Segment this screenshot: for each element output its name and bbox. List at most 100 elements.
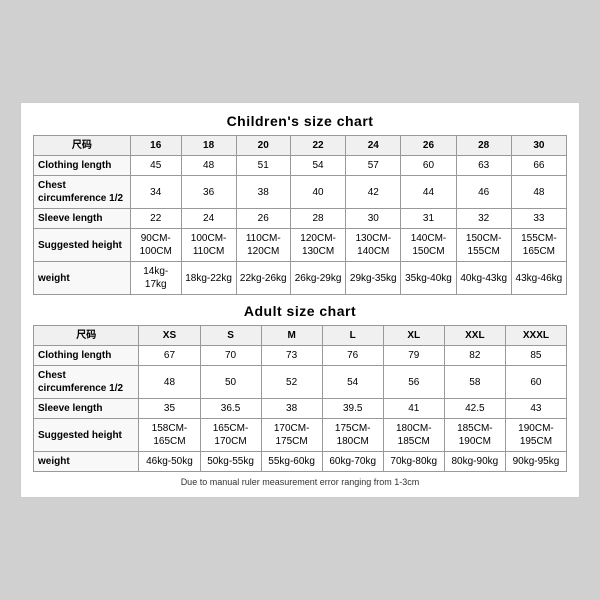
children-cell: 14kg-17kg <box>130 262 181 295</box>
children-cell: 22 <box>130 209 181 229</box>
children-cell: 36 <box>181 176 236 209</box>
adult-header: XL <box>383 326 444 346</box>
children-row-label: Clothing length <box>34 156 131 176</box>
adult-cell: 36.5 <box>200 399 261 419</box>
children-cell: 29kg-35kg <box>346 262 401 295</box>
children-cell: 18kg-22kg <box>181 262 236 295</box>
children-cell: 45 <box>130 156 181 176</box>
adult-header: XS <box>139 326 200 346</box>
children-cell: 155CM-165CM <box>511 229 566 262</box>
children-cell: 32 <box>456 209 511 229</box>
chart-note: Due to manual ruler measurement error ra… <box>33 477 567 487</box>
children-cell: 38 <box>236 176 290 209</box>
adult-cell: 60kg-70kg <box>322 452 383 472</box>
adult-cell: 67 <box>139 346 200 366</box>
adult-header: XXL <box>444 326 505 346</box>
children-cell: 66 <box>511 156 566 176</box>
adult-row-label: Clothing length <box>34 346 139 366</box>
children-header: 22 <box>290 136 345 156</box>
children-row-label: Sleeve length <box>34 209 131 229</box>
children-row-label: weight <box>34 262 131 295</box>
adult-header: L <box>322 326 383 346</box>
children-cell: 30 <box>346 209 401 229</box>
adult-cell: 80kg-90kg <box>444 452 505 472</box>
children-cell: 43kg-46kg <box>511 262 566 295</box>
children-cell: 51 <box>236 156 290 176</box>
adult-cell: 42.5 <box>444 399 505 419</box>
adult-cell: 60 <box>505 366 566 399</box>
adult-cell: 50 <box>200 366 261 399</box>
adult-cell: 70 <box>200 346 261 366</box>
children-cell: 57 <box>346 156 401 176</box>
children-cell: 31 <box>401 209 456 229</box>
children-cell: 60 <box>401 156 456 176</box>
adult-cell: 90kg-95kg <box>505 452 566 472</box>
children-cell: 46 <box>456 176 511 209</box>
children-header: 20 <box>236 136 290 156</box>
children-table: 尺码1618202224262830 Clothing length454851… <box>33 135 567 295</box>
adult-cell: 46kg-50kg <box>139 452 200 472</box>
size-chart-container: Children's size chart 尺码1618202224262830… <box>20 102 580 498</box>
adult-cell: 48 <box>139 366 200 399</box>
children-cell: 54 <box>290 156 345 176</box>
adult-row-label: Suggested height <box>34 419 139 452</box>
children-header: 30 <box>511 136 566 156</box>
adult-cell: 73 <box>261 346 322 366</box>
children-cell: 40 <box>290 176 345 209</box>
adult-cell: 39.5 <box>322 399 383 419</box>
children-cell: 42 <box>346 176 401 209</box>
children-cell: 33 <box>511 209 566 229</box>
children-header: 16 <box>130 136 181 156</box>
adult-cell: 79 <box>383 346 444 366</box>
adult-cell: 175CM-180CM <box>322 419 383 452</box>
children-header: 尺码 <box>34 136 131 156</box>
adult-cell: 55kg-60kg <box>261 452 322 472</box>
children-cell: 48 <box>511 176 566 209</box>
adult-cell: 185CM-190CM <box>444 419 505 452</box>
adult-row-label: Sleeve length <box>34 399 139 419</box>
children-cell: 44 <box>401 176 456 209</box>
children-cell: 28 <box>290 209 345 229</box>
children-chart-title: Children's size chart <box>33 113 567 129</box>
adult-cell: 38 <box>261 399 322 419</box>
adult-cell: 50kg-55kg <box>200 452 261 472</box>
children-cell: 40kg-43kg <box>456 262 511 295</box>
adult-row-label: weight <box>34 452 139 472</box>
children-cell: 110CM-120CM <box>236 229 290 262</box>
adult-cell: 165CM-170CM <box>200 419 261 452</box>
adult-cell: 180CM-185CM <box>383 419 444 452</box>
children-header: 18 <box>181 136 236 156</box>
children-cell: 150CM-155CM <box>456 229 511 262</box>
children-header: 28 <box>456 136 511 156</box>
children-header: 24 <box>346 136 401 156</box>
adult-cell: 82 <box>444 346 505 366</box>
adult-cell: 41 <box>383 399 444 419</box>
adult-cell: 85 <box>505 346 566 366</box>
adult-cell: 35 <box>139 399 200 419</box>
children-cell: 48 <box>181 156 236 176</box>
children-cell: 130CM-140CM <box>346 229 401 262</box>
adult-cell: 43 <box>505 399 566 419</box>
adult-cell: 76 <box>322 346 383 366</box>
children-cell: 22kg-26kg <box>236 262 290 295</box>
children-cell: 26kg-29kg <box>290 262 345 295</box>
children-cell: 63 <box>456 156 511 176</box>
adult-cell: 70kg-80kg <box>383 452 444 472</box>
children-cell: 90CM-100CM <box>130 229 181 262</box>
adult-cell: 56 <box>383 366 444 399</box>
adult-cell: 58 <box>444 366 505 399</box>
children-cell: 24 <box>181 209 236 229</box>
adult-header: XXXL <box>505 326 566 346</box>
adult-row-label: Chest circumference 1/2 <box>34 366 139 399</box>
children-row-label: Suggested height <box>34 229 131 262</box>
adult-cell: 158CM-165CM <box>139 419 200 452</box>
children-cell: 35kg-40kg <box>401 262 456 295</box>
adult-header: 尺码 <box>34 326 139 346</box>
children-header: 26 <box>401 136 456 156</box>
adult-header: S <box>200 326 261 346</box>
adult-table: 尺码XSSMLXLXXLXXXL Clothing length67707376… <box>33 325 567 472</box>
children-cell: 140CM-150CM <box>401 229 456 262</box>
children-cell: 26 <box>236 209 290 229</box>
adult-cell: 170CM-175CM <box>261 419 322 452</box>
adult-cell: 190CM-195CM <box>505 419 566 452</box>
